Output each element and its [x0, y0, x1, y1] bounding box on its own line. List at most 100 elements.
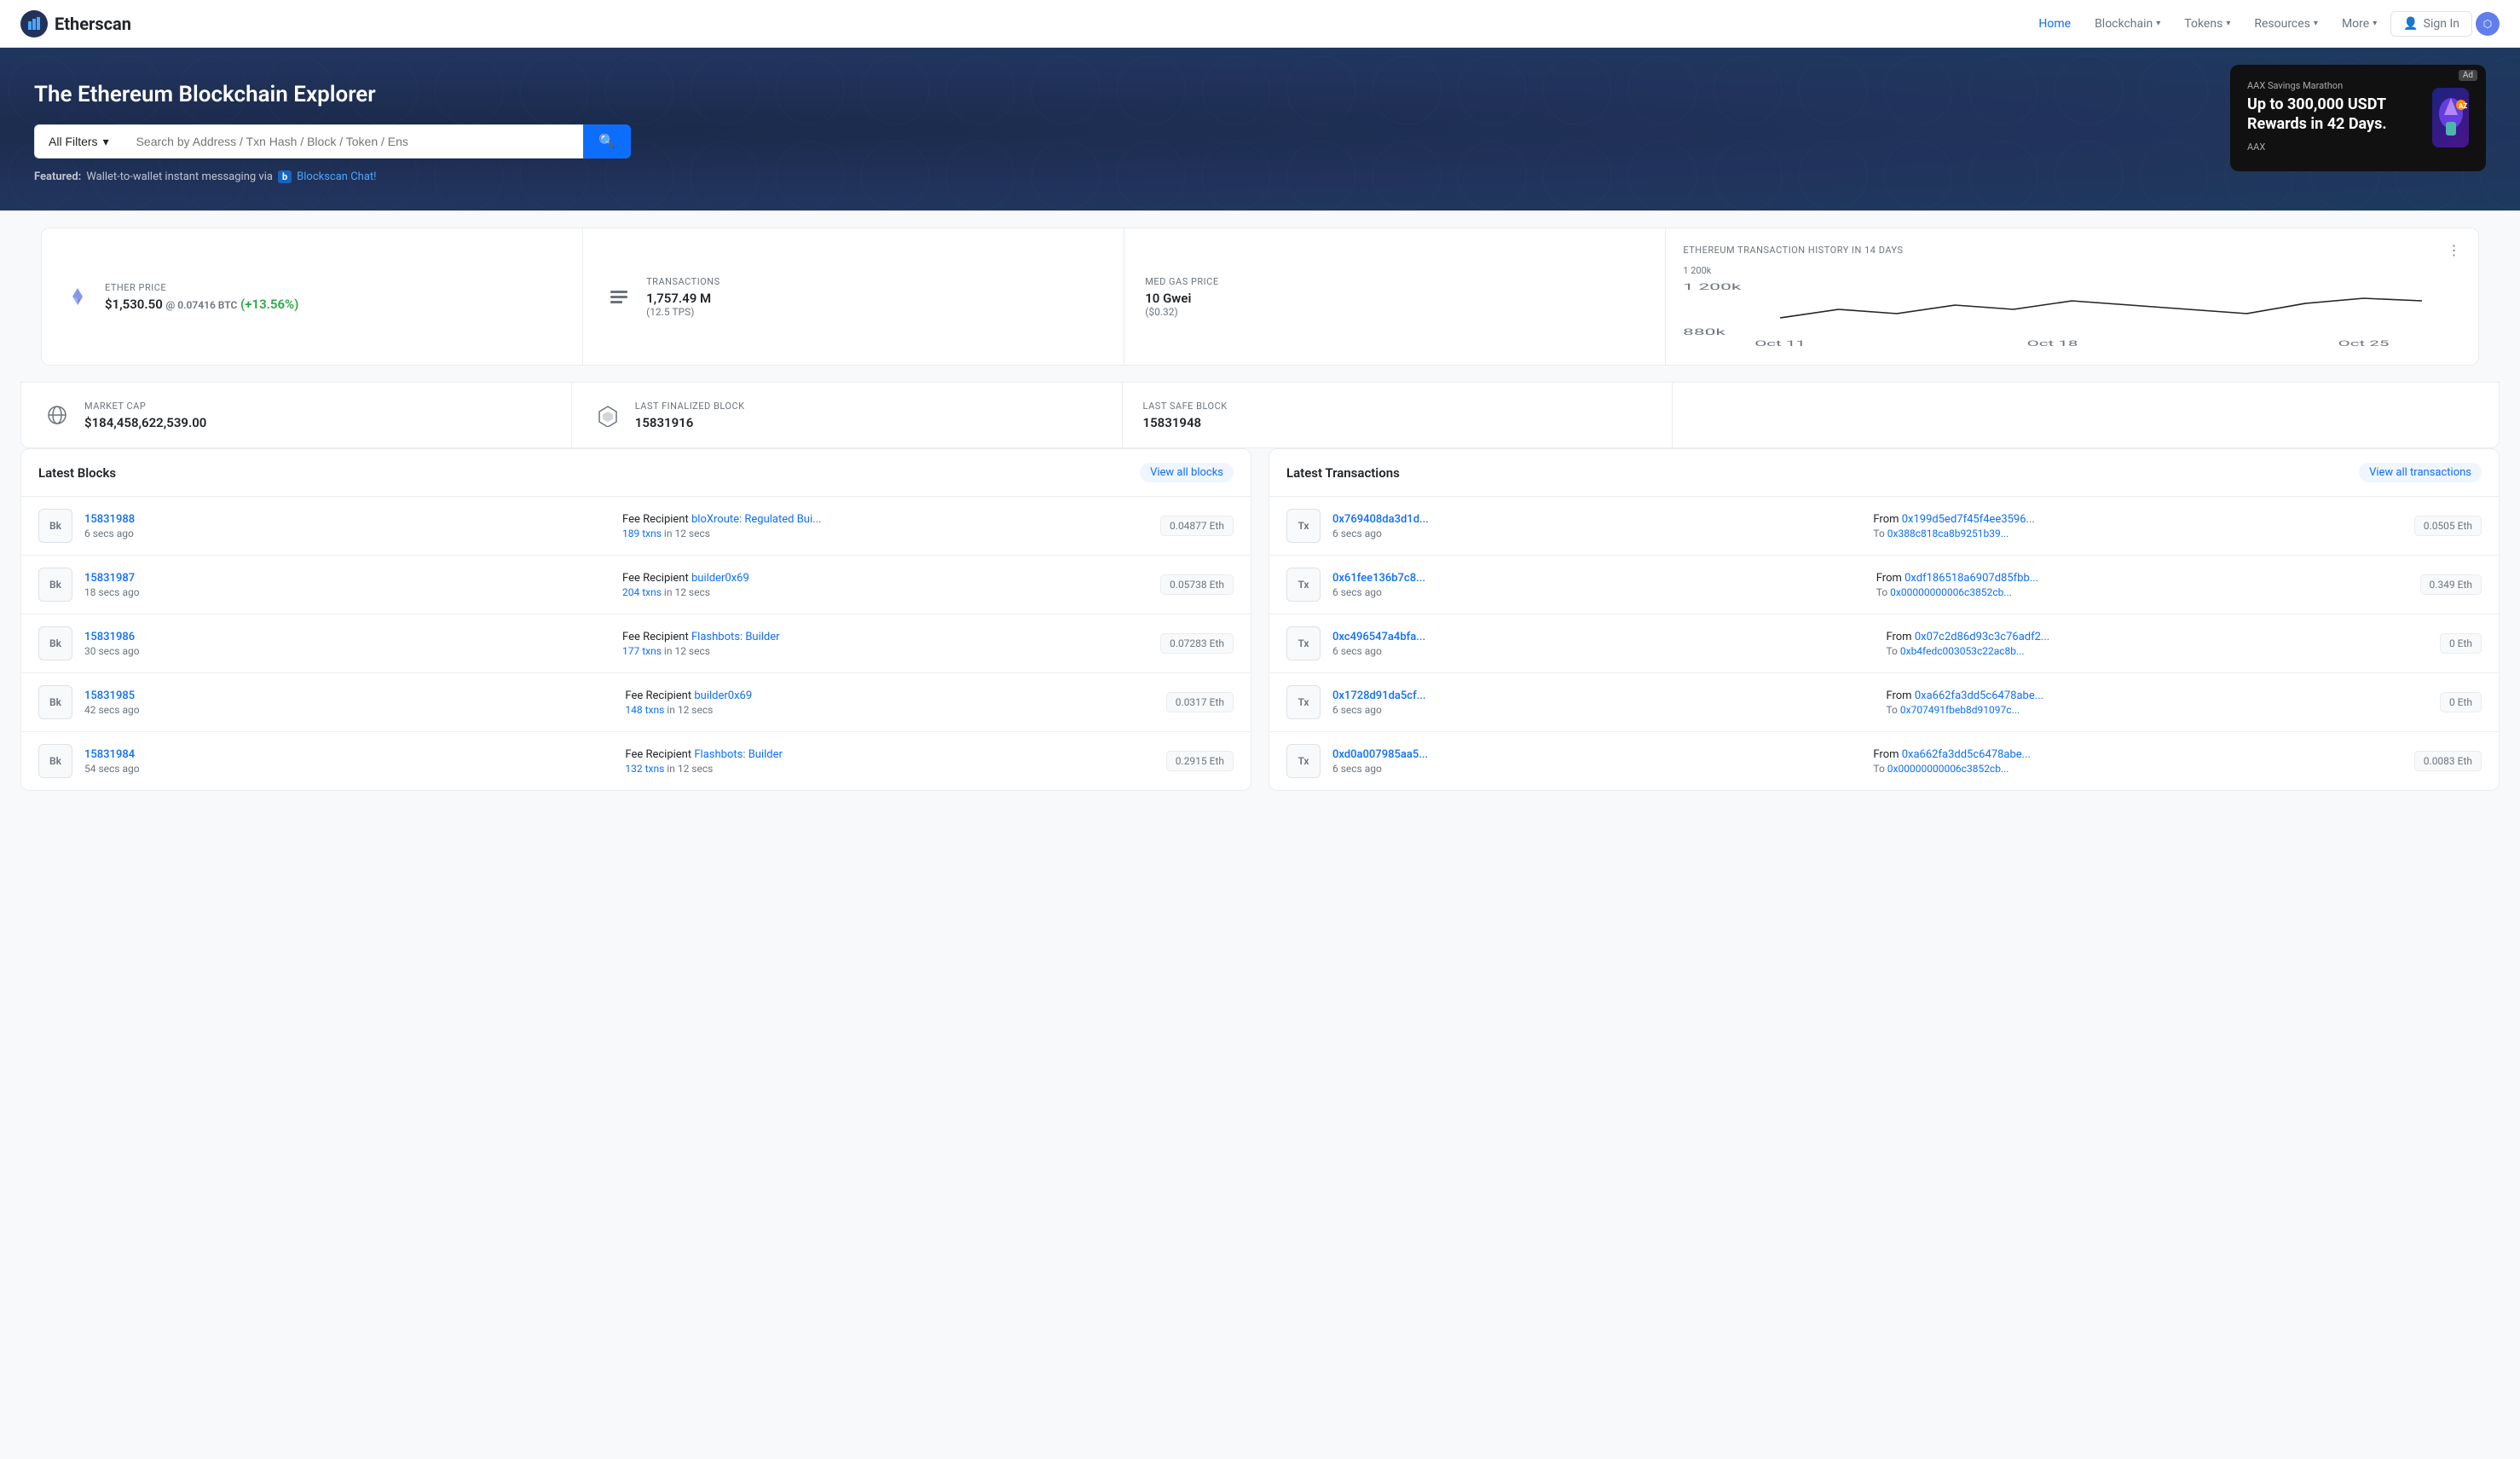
tx-hash-2[interactable]: 0xc496547a4bfa...	[1332, 631, 1874, 643]
gas-sub: ($0.32)	[1145, 306, 1644, 318]
ad-label: Ad	[2459, 70, 2477, 81]
logo[interactable]: Etherscan	[20, 10, 131, 37]
blockchain-chevron: ▾	[2156, 19, 2160, 28]
nav-tokens[interactable]: Tokens ▾	[2174, 10, 2240, 37]
block-num-1[interactable]: 15831987	[84, 572, 610, 585]
block-txns-1[interactable]: 204 txns	[622, 586, 662, 598]
chart-spacer	[1673, 382, 2499, 447]
block-txns-4[interactable]: 132 txns	[625, 763, 664, 775]
latest-transactions-card: Latest Transactions View all transaction…	[1269, 448, 2500, 791]
tx-to-3[interactable]: 0x707491fbeb8d91097c...	[1900, 704, 2020, 716]
tx-from-2[interactable]: 0x07c2d86d93c3c76adf2...	[1915, 631, 2049, 643]
block-amount-1: 0.05738 Eth	[1160, 574, 1234, 595]
tx-value: 1,757.49 M	[646, 291, 1103, 306]
tx-badge-3: Tx	[1286, 685, 1321, 719]
search-button[interactable]: 🔍	[583, 124, 631, 159]
stat-last-finalized: LAST FINALIZED BLOCK 15831916	[572, 382, 1123, 447]
ad-banner[interactable]: Ad AAX Savings Marathon Up to 300,000 US…	[2230, 65, 2486, 171]
tx-item: Tx 0x1728d91da5cf... 6 secs ago From 0xa…	[1269, 673, 2499, 732]
block-txns-2[interactable]: 177 txns	[622, 645, 662, 657]
tx-hash-4[interactable]: 0xd0a007985aa5...	[1332, 748, 1861, 761]
tx-label: TRANSACTIONS	[646, 276, 1103, 287]
svg-text:Oct 11: Oct 11	[1755, 338, 1806, 348]
svg-text:AZ: AZ	[2459, 102, 2467, 110]
tx-hash-1[interactable]: 0x61fee136b7c8...	[1332, 572, 1864, 585]
ad-brand: AAX Savings Marathon	[2247, 80, 2419, 91]
main-nav: Home Blockchain ▾ Tokens ▾ Resources ▾ M…	[2028, 10, 2500, 37]
blocks-card-header: Latest Blocks View all blocks	[21, 449, 1251, 497]
block-amount-0: 0.04877 Eth	[1160, 516, 1234, 536]
block-recipient-4[interactable]: Flashbots: Builder	[694, 748, 783, 761]
tx-time-0: 6 secs ago	[1332, 528, 1861, 539]
nav-resources[interactable]: Resources ▾	[2244, 10, 2328, 37]
block-amount-2: 0.07283 Eth	[1160, 633, 1234, 654]
txns-card-header: Latest Transactions View all transaction…	[1269, 449, 2499, 497]
transaction-chart-svg: 1 200k 880k Oct 11 Oct 18 Oct 25	[1683, 280, 2461, 348]
safe-value: 15831948	[1143, 415, 1652, 430]
tx-amount-1: 0.349 Eth	[2420, 574, 2482, 595]
tx-from-3[interactable]: 0xa662fa3dd5c6478abe...	[1915, 689, 2043, 702]
block-txns-0[interactable]: 189 txns	[622, 528, 662, 539]
tx-to-4[interactable]: 0x00000000006c3852cb...	[1887, 763, 2009, 775]
block-num-2[interactable]: 15831986	[84, 631, 610, 643]
tx-to-2[interactable]: 0xb4fedc003053c22ac8b...	[1900, 645, 2025, 657]
nav-more[interactable]: More ▾	[2332, 10, 2387, 37]
block-num-4[interactable]: 15831984	[84, 748, 613, 761]
view-all-txns[interactable]: View all transactions	[2359, 463, 2482, 482]
nav-home[interactable]: Home	[2028, 10, 2081, 37]
block-recipient-3[interactable]: builder0x69	[694, 689, 752, 702]
search-input[interactable]	[123, 124, 583, 159]
block-recipient-0[interactable]: bloXroute: Regulated Bui...	[691, 513, 821, 526]
ad-sub: AAX	[2247, 141, 2419, 153]
search-icon: 🔍	[598, 135, 616, 149]
tx-to-0[interactable]: 0x388c818ca8b9251b39...	[1887, 528, 2008, 539]
resources-chevron: ▾	[2314, 19, 2318, 28]
tx-badge-1: Tx	[1286, 568, 1321, 602]
tx-amount-4: 0.0083 Eth	[2414, 751, 2482, 771]
stat-market-cap: MARKET CAP $184,458,622,539.00	[21, 382, 572, 447]
block-item: Bk 15831986 30 secs ago Fee Recipient Fl…	[21, 614, 1251, 673]
gas-value: 10 Gwei	[1145, 291, 1644, 306]
block-badge-1: Bk	[38, 568, 72, 602]
filter-button[interactable]: All Filters ▾	[34, 124, 123, 159]
stat-ether-price: ETHER PRICE $1,530.50 @ 0.07416 BTC (+13…	[42, 228, 583, 365]
blockscan-b-icon: b	[278, 170, 292, 183]
block-badge-2: Bk	[38, 626, 72, 660]
search-row: All Filters ▾ 🔍	[34, 124, 631, 159]
tx-badge-0: Tx	[1286, 509, 1321, 543]
logo-icon	[20, 10, 48, 37]
gas-label: MED GAS PRICE	[1145, 276, 1644, 287]
block-badge-4: Bk	[38, 744, 72, 778]
tx-item: Tx 0x769408da3d1d... 6 secs ago From 0x1…	[1269, 497, 2499, 556]
tx-amount-3: 0 Eth	[2440, 692, 2482, 712]
tx-badge-2: Tx	[1286, 626, 1321, 660]
tx-from-1[interactable]: 0xdf186518a6907d85fbb...	[1904, 572, 2038, 585]
block-time-1: 18 secs ago	[84, 586, 610, 598]
block-recipient-1[interactable]: builder0x69	[691, 572, 749, 585]
stat-transactions: TRANSACTIONS 1,757.49 M (12.5 TPS)	[583, 228, 1124, 365]
tx-item: Tx 0x61fee136b7c8... 6 secs ago From 0xd…	[1269, 556, 2499, 614]
block-recipient-2[interactable]: Flashbots: Builder	[691, 631, 780, 643]
block-num-3[interactable]: 15831985	[84, 689, 613, 702]
transactions-icon	[604, 281, 634, 312]
tx-from-0[interactable]: 0x199d5ed7f45f4ee3596...	[1902, 513, 2035, 526]
eth-network-icon[interactable]: ⬡	[2476, 12, 2500, 36]
logo-text: Etherscan	[55, 14, 131, 34]
tx-hash-0[interactable]: 0x769408da3d1d...	[1332, 513, 1861, 526]
latest-blocks-card: Latest Blocks View all blocks Bk 1583198…	[20, 448, 1251, 791]
finalized-value: 15831916	[635, 415, 1101, 430]
tx-hash-3[interactable]: 0x1728d91da5cf...	[1332, 689, 1874, 702]
finalized-label: LAST FINALIZED BLOCK	[635, 401, 1101, 412]
tx-chart: ETHEREUM TRANSACTION HISTORY IN 14 DAYS …	[1666, 228, 2478, 365]
tx-from-4[interactable]: 0xa662fa3dd5c6478abe...	[1902, 748, 2031, 761]
tx-to-1[interactable]: 0x00000000006c3852cb...	[1890, 586, 2012, 598]
block-num-0[interactable]: 15831988	[84, 513, 610, 526]
chart-more-icon[interactable]: ⋮	[2447, 242, 2461, 258]
block-txns-3[interactable]: 148 txns	[625, 704, 664, 716]
stat-last-safe: LAST SAFE BLOCK 15831948	[1123, 382, 1673, 447]
nav-blockchain[interactable]: Blockchain ▾	[2084, 10, 2170, 37]
block-item: Bk 15831984 54 secs ago Fee Recipient Fl…	[21, 732, 1251, 790]
view-all-blocks[interactable]: View all blocks	[1140, 463, 1234, 482]
blockscan-chat-link[interactable]: Blockscan Chat!	[297, 170, 376, 183]
sign-in-button[interactable]: 👤 Sign In	[2390, 11, 2472, 37]
